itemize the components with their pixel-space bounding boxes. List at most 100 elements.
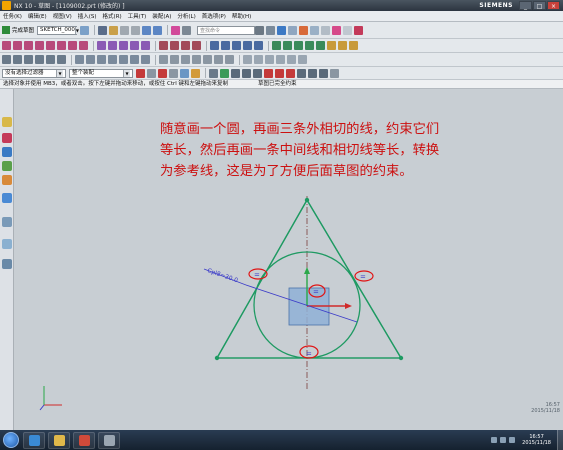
- tray-clock[interactable]: 16:57 2015/11/18: [522, 434, 551, 446]
- arc-icon[interactable]: [24, 41, 33, 50]
- circle-icon[interactable]: [35, 41, 44, 50]
- radial-dimension-icon[interactable]: [232, 41, 241, 50]
- move-object-icon[interactable]: [243, 55, 252, 64]
- quick-trim-icon[interactable]: [159, 41, 168, 50]
- derived-line-icon[interactable]: [141, 41, 150, 50]
- search-icon[interactable]: [255, 25, 265, 35]
- menu-preferences[interactable]: 首选项(P): [202, 12, 226, 20]
- selection-scope-select[interactable]: 整个装配 ▼: [69, 68, 133, 78]
- auto-constrain-icon[interactable]: [283, 41, 292, 50]
- point-on-curve-icon[interactable]: [308, 68, 317, 78]
- undo-icon[interactable]: [142, 25, 152, 35]
- history-icon[interactable]: [2, 217, 12, 227]
- redo-icon[interactable]: [153, 25, 163, 35]
- rapid-dimension-icon[interactable]: [210, 41, 219, 50]
- pattern-curve-icon[interactable]: [108, 41, 117, 50]
- roles-icon[interactable]: [2, 259, 12, 269]
- wireframe-icon[interactable]: [288, 25, 298, 35]
- create-dimensions-icon[interactable]: [349, 41, 358, 50]
- tray-network-icon[interactable]: [491, 437, 498, 443]
- taskbar-app-tool[interactable]: [98, 431, 120, 449]
- draft-icon[interactable]: [141, 55, 150, 64]
- snap-point-icon[interactable]: [220, 68, 229, 78]
- menu-format[interactable]: 格式(R): [103, 12, 122, 20]
- pad-icon[interactable]: [57, 55, 66, 64]
- assembly-navigator-icon[interactable]: [2, 133, 12, 143]
- layer-settings-icon[interactable]: [276, 55, 285, 64]
- geometric-constraint-icon[interactable]: [272, 41, 281, 50]
- point-icon[interactable]: [68, 41, 77, 50]
- sketch-name-select[interactable]: SKETCH_000 ▼: [37, 25, 79, 35]
- quadrant-point-icon[interactable]: [286, 68, 295, 78]
- relations-browser-icon[interactable]: [327, 41, 336, 50]
- menu-view[interactable]: 视图(V): [53, 12, 72, 20]
- reuse-library-icon[interactable]: [2, 161, 12, 171]
- offset-curve-icon[interactable]: [97, 41, 106, 50]
- maximize-button[interactable]: □: [533, 1, 546, 10]
- rectangle-selection-icon[interactable]: [191, 68, 200, 78]
- point-on-face-icon[interactable]: [319, 68, 328, 78]
- constraint-navigator-icon[interactable]: [2, 147, 12, 157]
- process-studio-icon[interactable]: [2, 239, 12, 249]
- shell-icon[interactable]: [130, 55, 139, 64]
- boss-icon[interactable]: [35, 55, 44, 64]
- datum-axis-icon[interactable]: [170, 55, 179, 64]
- quick-extend-icon[interactable]: [170, 41, 179, 50]
- taskbar-app-explorer[interactable]: [48, 431, 70, 449]
- menu-analysis[interactable]: 分析(L): [177, 12, 195, 20]
- shaded-view-icon[interactable]: [277, 25, 287, 35]
- edge-blend-icon[interactable]: [108, 55, 117, 64]
- intersection-point-icon[interactable]: [130, 41, 139, 50]
- mid-point-icon[interactable]: [242, 68, 251, 78]
- menu-assembly[interactable]: 装配(A): [152, 12, 171, 20]
- snap-icon[interactable]: [171, 25, 181, 35]
- tray-flag-icon[interactable]: [509, 437, 516, 443]
- face-selection-icon[interactable]: [180, 68, 189, 78]
- linear-dimension-icon[interactable]: [221, 41, 230, 50]
- start-button[interactable]: [3, 432, 19, 448]
- taskbar-app-browser[interactable]: [23, 431, 45, 449]
- end-point-icon[interactable]: [231, 68, 240, 78]
- pocket-icon[interactable]: [46, 55, 55, 64]
- web-browser-icon[interactable]: [2, 193, 12, 203]
- alternate-solution-icon[interactable]: [316, 41, 325, 50]
- hole-icon[interactable]: [24, 55, 33, 64]
- tray-volume-icon[interactable]: [500, 437, 507, 443]
- unite-icon[interactable]: [75, 55, 84, 64]
- intersect-icon[interactable]: [97, 55, 106, 64]
- minimize-button[interactable]: _: [519, 1, 532, 10]
- inferred-constraints-icon[interactable]: [338, 41, 347, 50]
- taskbar-app-nx[interactable]: [73, 431, 95, 449]
- orient-view-icon[interactable]: [80, 25, 90, 35]
- section-view-icon[interactable]: [298, 55, 307, 64]
- menu-insert[interactable]: 插入(S): [78, 12, 97, 20]
- arc-center-icon[interactable]: [275, 68, 284, 78]
- type-filter-select[interactable]: 没有选择过滤器 ▼: [2, 68, 66, 78]
- fillet-icon[interactable]: [46, 41, 55, 50]
- show-constraints-icon[interactable]: [294, 41, 303, 50]
- open-icon[interactable]: [109, 25, 119, 35]
- feature-selection-icon[interactable]: [147, 68, 156, 78]
- rectangle-icon[interactable]: [57, 41, 66, 50]
- extrude-icon[interactable]: [2, 55, 11, 64]
- revolve-icon[interactable]: [13, 55, 22, 64]
- close-button[interactable]: ×: [547, 1, 560, 10]
- general-selection-icon[interactable]: [136, 68, 145, 78]
- command-search-input[interactable]: 查找命令: [197, 25, 256, 35]
- hide-icon[interactable]: [321, 25, 331, 35]
- hd3d-tools-icon[interactable]: [2, 175, 12, 185]
- menu-edit[interactable]: 编辑(E): [28, 12, 47, 20]
- paste-icon[interactable]: [131, 25, 141, 35]
- perimeter-dimension-icon[interactable]: [254, 41, 263, 50]
- convert-reference-icon[interactable]: [305, 41, 314, 50]
- chamfer-feature-icon[interactable]: [119, 55, 128, 64]
- layer-icon[interactable]: [310, 25, 320, 35]
- make-corner-icon[interactable]: [181, 41, 190, 50]
- display-icon[interactable]: [354, 25, 364, 35]
- menu-task[interactable]: 任务(K): [3, 12, 22, 20]
- subtract-icon[interactable]: [86, 55, 95, 64]
- curve-rule-icon[interactable]: [158, 68, 167, 78]
- profile-icon[interactable]: [2, 41, 11, 50]
- existing-point-icon[interactable]: [297, 68, 306, 78]
- save-icon[interactable]: [98, 25, 108, 35]
